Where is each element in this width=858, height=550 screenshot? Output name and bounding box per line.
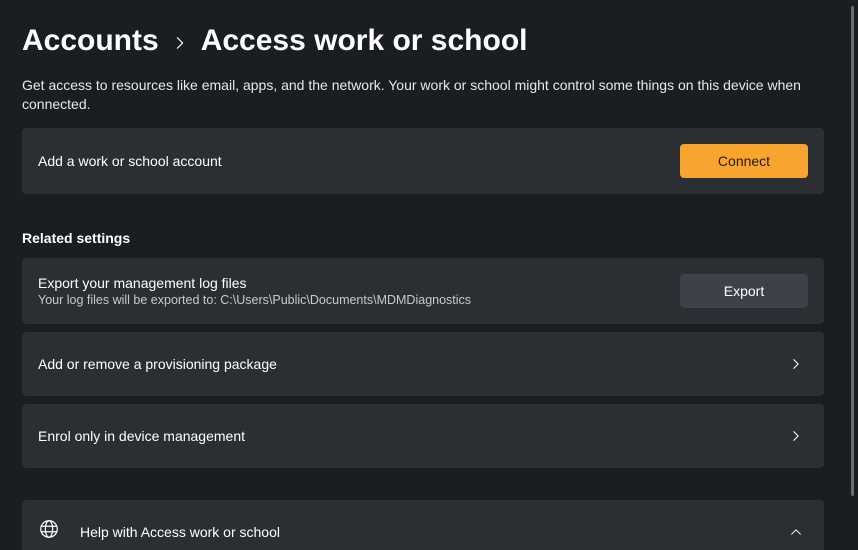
add-account-label: Add a work or school account	[38, 153, 222, 169]
chevron-right-icon	[173, 36, 187, 50]
chevron-up-icon	[786, 522, 806, 542]
enrol-label: Enrol only in device management	[38, 428, 245, 444]
page-description: Get access to resources like email, apps…	[22, 76, 817, 114]
provisioning-row[interactable]: Add or remove a provisioning package	[22, 332, 824, 396]
help-row[interactable]: Help with Access work or school	[22, 500, 824, 550]
provisioning-label: Add or remove a provisioning package	[38, 356, 277, 372]
chevron-right-icon	[786, 426, 806, 446]
enrol-row[interactable]: Enrol only in device management	[22, 404, 824, 468]
related-settings-header: Related settings	[22, 230, 836, 246]
page-title: Access work or school	[201, 24, 528, 58]
export-logs-subtitle: Your log files will be exported to: C:\U…	[38, 293, 471, 307]
scrollbar-thumb[interactable]	[851, 6, 854, 496]
main-content: Accounts Access work or school Get acces…	[0, 0, 858, 550]
export-logs-texts: Export your management log files Your lo…	[38, 275, 471, 307]
scrollbar-track[interactable]	[846, 0, 858, 550]
help-row-content: Help with Access work or school	[38, 518, 280, 545]
connect-button[interactable]: Connect	[680, 144, 808, 178]
breadcrumb: Accounts Access work or school	[22, 24, 836, 58]
breadcrumb-parent[interactable]: Accounts	[22, 24, 159, 58]
globe-icon	[38, 518, 60, 545]
help-label: Help with Access work or school	[80, 524, 280, 540]
chevron-right-icon	[786, 354, 806, 374]
add-account-card: Add a work or school account Connect	[22, 128, 824, 194]
export-logs-card: Export your management log files Your lo…	[22, 258, 824, 324]
export-logs-title: Export your management log files	[38, 275, 471, 291]
export-button[interactable]: Export	[680, 274, 808, 308]
